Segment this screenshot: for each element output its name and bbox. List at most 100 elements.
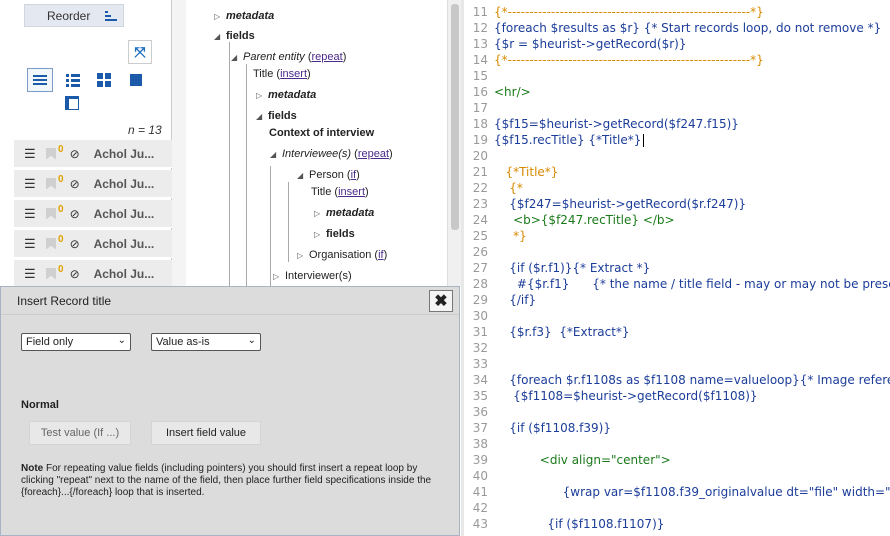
code-line[interactable]: {* bbox=[494, 181, 523, 195]
repeat-link[interactable]: repeat bbox=[358, 148, 389, 160]
code-line[interactable]: {$f1108=$heurist->getRecord($f1108)} bbox=[494, 389, 758, 403]
if-link[interactable]: if bbox=[378, 249, 384, 261]
expand-icon[interactable]: ⤧ bbox=[128, 40, 152, 64]
template-code-editor[interactable]: 11 {*------------------------------------… bbox=[464, 0, 890, 536]
line-number: 35 bbox=[472, 389, 488, 403]
code-line[interactable]: {foreach $r.f1108s as $f1108 name=valuel… bbox=[494, 373, 890, 387]
reorder-button[interactable]: Reorder bbox=[24, 4, 124, 27]
visibility-icon[interactable]: ⊘ bbox=[70, 237, 86, 251]
line-number: 25 bbox=[472, 229, 488, 243]
tree-node-fields[interactable]: ▷ fields bbox=[314, 227, 355, 242]
field-mode-select[interactable]: Field only ⌄ bbox=[21, 333, 131, 351]
normal-label: Normal bbox=[21, 399, 59, 411]
record-row[interactable]: ☰ 0 ⊘ Achol Ju... bbox=[14, 200, 172, 228]
tree-scrollbar[interactable] bbox=[447, 0, 461, 286]
insert-link[interactable]: insert bbox=[280, 68, 307, 80]
visibility-icon[interactable]: ⊘ bbox=[70, 207, 86, 221]
tree-node-metadata[interactable]: ▷ metadata bbox=[314, 206, 374, 221]
bookmark-icon[interactable] bbox=[46, 267, 56, 280]
collapse-arrow-icon[interactable]: ◢ bbox=[256, 110, 268, 124]
bookmark-icon[interactable] bbox=[46, 237, 56, 250]
bookmark-icon[interactable] bbox=[46, 177, 56, 190]
record-row[interactable]: ☰ 0 ⊘ Achol Ju... bbox=[14, 230, 172, 258]
code-line[interactable]: {if ($f1108.f39)} bbox=[494, 421, 611, 435]
bookmark-count: 0 bbox=[58, 204, 64, 215]
code-line[interactable]: <hr/> bbox=[494, 85, 531, 99]
if-link[interactable]: if bbox=[351, 169, 357, 181]
tree-node-interviewers[interactable]: ▷ Interviewer(s) bbox=[273, 269, 352, 284]
value-mode-select[interactable]: Value as-is ⌄ bbox=[151, 333, 261, 351]
expand-arrow-icon[interactable]: ▷ bbox=[314, 228, 326, 242]
code-line[interactable]: {$f247=$heurist->getRecord($r.f247)} bbox=[494, 197, 746, 211]
collapse-arrow-icon[interactable]: ◢ bbox=[297, 169, 309, 183]
grid-view-icon[interactable] bbox=[91, 68, 117, 92]
expand-arrow-icon[interactable]: ▷ bbox=[273, 270, 285, 284]
scrollbar-thumb[interactable] bbox=[451, 4, 459, 230]
text-cursor bbox=[643, 134, 645, 147]
tree-node-person[interactable]: ◢ Person (if) bbox=[297, 168, 360, 183]
code-line[interactable]: {$r.f3} {*Extract*} bbox=[494, 325, 629, 339]
tree-node-metadata[interactable]: ▷ metadata bbox=[256, 88, 316, 103]
code-line[interactable]: #{$r.f1} {* the name / title field - may… bbox=[494, 277, 890, 291]
visibility-icon[interactable]: ⊘ bbox=[70, 147, 86, 161]
bookmark-count: 0 bbox=[58, 144, 64, 155]
line-number: 38 bbox=[472, 437, 488, 451]
field-mode-value: Field only bbox=[26, 336, 74, 348]
code-line[interactable]: {/if} bbox=[494, 293, 536, 307]
test-value-button[interactable]: Test value (If ...) bbox=[29, 421, 131, 445]
code-line[interactable]: {wrap var=$f1108.f39_originalvalue dt="f… bbox=[494, 485, 890, 499]
collapse-arrow-icon[interactable]: ◢ bbox=[270, 148, 282, 162]
split-view-icon[interactable] bbox=[59, 91, 85, 115]
code-line[interactable]: {*--------------------------------------… bbox=[494, 5, 764, 19]
list-view-icon[interactable] bbox=[27, 68, 53, 92]
expand-arrow-icon[interactable]: ▷ bbox=[314, 207, 326, 221]
record-type-icon: ☰ bbox=[24, 175, 36, 191]
code-line[interactable]: {$r = $heurist->getRecord($r)} bbox=[494, 37, 686, 51]
tree-line bbox=[270, 166, 271, 286]
line-number: 14 bbox=[472, 53, 488, 67]
bookmark-icon[interactable] bbox=[46, 207, 56, 220]
tree-node-interviewees[interactable]: ◢ Interviewee(s) (repeat) bbox=[270, 147, 393, 162]
record-row[interactable]: ☰ 0 ⊘ Achol Ju... bbox=[14, 170, 172, 198]
detail-list-view-icon[interactable] bbox=[60, 68, 86, 92]
visibility-icon[interactable]: ⊘ bbox=[70, 177, 86, 191]
collapse-arrow-icon[interactable]: ◢ bbox=[214, 30, 226, 44]
line-number: 23 bbox=[472, 197, 488, 211]
code-line[interactable]: {*Title*} bbox=[494, 165, 558, 179]
record-title: Achol Ju... bbox=[93, 146, 155, 161]
tree-node-parent-entity[interactable]: ◢ Parent entity (repeat) bbox=[231, 50, 346, 65]
code-line[interactable]: {*--------------------------------------… bbox=[494, 53, 764, 67]
code-line[interactable]: *} bbox=[494, 229, 527, 243]
insert-field-value-button[interactable]: Insert field value bbox=[151, 421, 261, 445]
bookmark-icon[interactable] bbox=[46, 147, 56, 160]
code-line[interactable]: <div align="center"> bbox=[494, 453, 671, 467]
line-number: 18 bbox=[472, 117, 488, 131]
tree-node-metadata[interactable]: ▷ metadata bbox=[214, 9, 274, 24]
expand-arrow-icon[interactable]: ▷ bbox=[256, 89, 268, 103]
repeat-link[interactable]: repeat bbox=[312, 51, 343, 63]
collapse-arrow-icon[interactable]: ◢ bbox=[231, 51, 243, 65]
code-line[interactable]: {if ($f1108.f1107)} bbox=[494, 517, 664, 531]
tree-node-fields[interactable]: ◢ fields bbox=[214, 29, 255, 44]
code-line[interactable]: <b>{$f247.recTitle} </b> bbox=[494, 213, 675, 227]
code-line[interactable]: {if ($r.f1)}{* Extract *} bbox=[494, 261, 650, 275]
panel-divider[interactable] bbox=[172, 0, 186, 286]
tree-node-fields[interactable]: ◢ fields bbox=[256, 109, 297, 124]
code-line[interactable]: {$f15.recTitle} {*Title*} bbox=[494, 133, 645, 147]
line-number: 37 bbox=[472, 421, 488, 435]
insert-link[interactable]: insert bbox=[338, 186, 365, 198]
visibility-icon[interactable]: ⊘ bbox=[70, 267, 86, 281]
record-row[interactable]: ☰ 0 ⊘ Achol Ju... bbox=[14, 140, 172, 168]
tree-node-title: Title (insert) bbox=[311, 186, 369, 198]
thumbnail-view-icon[interactable] bbox=[123, 68, 149, 92]
record-type-icon: ☰ bbox=[24, 205, 36, 221]
expand-arrow-icon[interactable]: ▷ bbox=[214, 10, 226, 24]
close-icon[interactable]: ✖ bbox=[429, 290, 453, 312]
tree-node-organisation[interactable]: ▷ Organisation (if) bbox=[297, 248, 387, 263]
code-line[interactable]: {foreach $results as $r} {* Start record… bbox=[494, 21, 881, 35]
record-row[interactable]: ☰ 0 ⊘ Achol Ju... bbox=[14, 260, 172, 288]
line-number: 22 bbox=[472, 181, 488, 195]
line-number: 26 bbox=[472, 245, 488, 259]
code-line[interactable]: {$f15=$heurist->getRecord($f247.f15)} bbox=[494, 117, 739, 131]
expand-arrow-icon[interactable]: ▷ bbox=[297, 249, 309, 263]
